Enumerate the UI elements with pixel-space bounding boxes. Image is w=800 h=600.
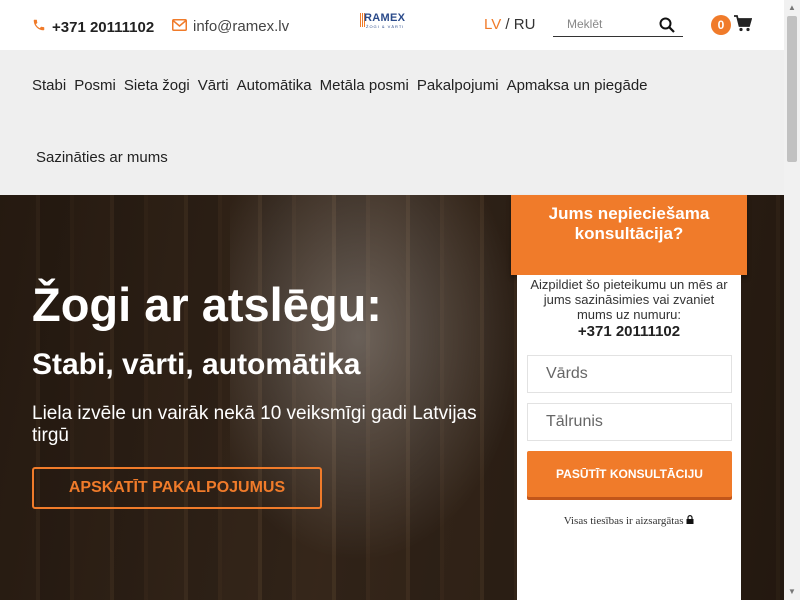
hero-subtitle: Stabi, vārti, automātika	[32, 348, 361, 381]
lang-lv[interactable]: LV	[484, 16, 501, 33]
nav-item-sieta-zogi[interactable]: Sieta žogi	[124, 77, 190, 94]
name-field[interactable]: Vārds	[527, 355, 732, 393]
hero-background	[230, 195, 550, 600]
nav-item-sazinaties[interactable]: Sazināties ar mums	[36, 149, 168, 166]
nav-row: Stabi Posmi Sieta žogi Vārti Automātika …	[32, 77, 648, 94]
nav-item-posmi[interactable]: Posmi	[74, 77, 116, 94]
scroll-up-arrow-icon[interactable]: ▲	[784, 0, 800, 16]
nav-item-metala-posmi[interactable]: Metāla posmi	[320, 77, 409, 94]
form-phone-number[interactable]: +371 20111102	[517, 323, 741, 340]
hero-title: Žogi ar atslēgu:	[32, 278, 382, 331]
phone-number: +371 20111102	[52, 18, 155, 36]
scroll-down-arrow-icon[interactable]: ▼	[784, 584, 800, 600]
view-services-button[interactable]: APSKATĪT PAKALPOJUMUS	[32, 467, 322, 509]
lock-icon	[686, 515, 694, 527]
order-consultation-button[interactable]: PASŪTĪT KONSULTĀCIJU	[527, 451, 732, 497]
consultation-form-title: Jums nepieciešama konsultācija?	[511, 195, 747, 275]
nav-item-varti[interactable]: Vārti	[198, 77, 229, 94]
nav-row: Sazināties ar mums	[36, 149, 168, 166]
search-icon[interactable]	[659, 17, 675, 38]
nav-item-apmaksa[interactable]: Apmaksa un piegāde	[507, 77, 648, 94]
envelope-icon	[172, 18, 187, 35]
rights-notice: Visas tiesības ir aizsargātas	[517, 515, 741, 527]
logo-subtitle: ŽOGI & VĀRTI	[366, 24, 405, 29]
rights-text: Visas tiesības ir aizsargātas	[563, 515, 684, 527]
scrollbar-thumb[interactable]	[787, 16, 797, 162]
phone-link[interactable]: +371 20111102	[32, 18, 154, 36]
nav-item-stabi[interactable]: Stabi	[32, 77, 66, 94]
lang-ru[interactable]: RU	[514, 16, 536, 33]
logo-word: RAMEX	[364, 12, 406, 24]
email-link[interactable]: info@ramex.lv	[172, 18, 289, 35]
form-intro: Aizpildiet šo pieteikumu un mēs ar jums …	[530, 277, 728, 322]
email-address: info@ramex.lv	[193, 18, 290, 35]
scrollbar[interactable]: ▲ ▼	[784, 0, 800, 600]
lang-separator: /	[505, 16, 510, 33]
top-bar: +371 20111102 info@ramex.lv RAMEX ŽOGI &…	[0, 0, 784, 50]
cart-count-badge[interactable]: 0	[711, 15, 731, 35]
phone-icon	[32, 18, 46, 36]
ramex-logo[interactable]: RAMEX ŽOGI & VĀRTI	[360, 12, 414, 32]
language-switcher: LV / RU	[484, 16, 535, 33]
consultation-form: Aizpildiet šo pieteikumu un mēs ar jums …	[517, 275, 741, 600]
main-navigation: Stabi Posmi Sieta žogi Vārti Automātika …	[0, 50, 784, 195]
nav-item-pakalpojumi[interactable]: Pakalpojumi	[417, 77, 499, 94]
nav-item-automatika[interactable]: Automātika	[237, 77, 312, 94]
search-input[interactable]: Meklēt	[567, 17, 602, 31]
search-field[interactable]: Meklēt	[553, 14, 683, 37]
cart-icon[interactable]	[734, 15, 753, 37]
phone-field[interactable]: Tālrunis	[527, 403, 732, 441]
hero-text: Liela izvēle un vairāk nekā 10 veiksmīgi…	[32, 403, 477, 446]
